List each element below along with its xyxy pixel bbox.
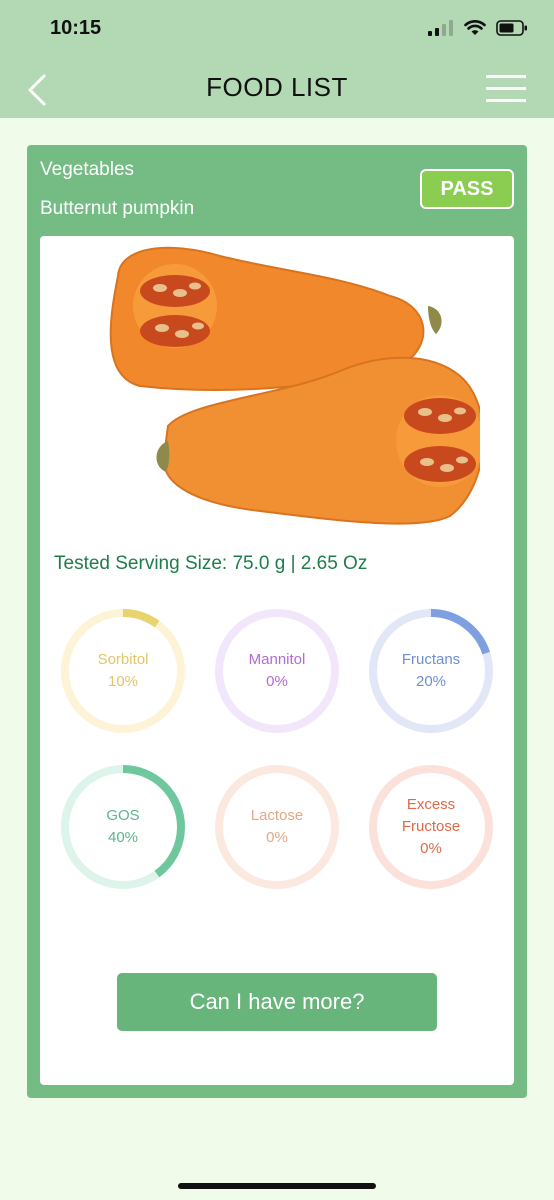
nutrient-value: 20% [415, 673, 447, 690]
food-card: Vegetables Butternut pumpkin PASS Tested… [27, 145, 527, 1098]
serving-size: Tested Serving Size: 75.0 g | 2.65 Oz [54, 553, 368, 574]
status-icons [428, 20, 528, 36]
nutrient-name: Mannitol [248, 651, 306, 668]
nutrient-ring-mannitol: Mannitol 0% [212, 606, 342, 736]
menu-button[interactable] [486, 74, 526, 104]
nutrient-value: 0% [420, 840, 442, 857]
food-name: Butternut pumpkin [40, 198, 195, 219]
signal-icon [428, 20, 453, 36]
wifi-icon [464, 20, 486, 35]
food-category: Vegetables [40, 159, 135, 180]
nutrient-ring-gos: GOS 40% [58, 762, 188, 892]
nutrient-name: Excess Fructose [401, 796, 461, 835]
can-i-have-more-button[interactable]: Can I have more? [117, 973, 437, 1031]
nutrient-name: GOS [106, 807, 140, 824]
nutrient-name: Sorbitol [97, 651, 149, 668]
nutrient-name: Fructans [401, 651, 461, 668]
nutrient-name: Lactose [250, 807, 304, 824]
status-bar: 10:15 [0, 0, 554, 60]
hamburger-icon [486, 75, 526, 102]
battery-icon [496, 20, 527, 36]
status-badge: PASS [420, 169, 514, 209]
nutrient-value: 40% [107, 829, 139, 846]
nutrient-ring-lactose: Lactose 0% [212, 762, 342, 892]
nutrient-value: 10% [107, 673, 139, 690]
butternut-pumpkin-image [109, 246, 480, 525]
nutrient-ring-excess-fructose: Excess Fructose 0% [366, 762, 496, 892]
home-indicator [178, 1183, 376, 1189]
nutrient-value: 0% [266, 829, 288, 846]
page-title: FOOD LIST [206, 72, 348, 102]
status-time: 10:15 [50, 17, 102, 39]
nutrient-value: 0% [266, 673, 288, 690]
food-detail-panel: Tested Serving Size: 75.0 g | 2.65 Oz So… [40, 236, 514, 1085]
nutrient-ring-sorbitol: Sorbitol 10% [58, 606, 188, 736]
nutrient-ring-fructans: Fructans 20% [366, 606, 496, 736]
nav-bar: FOOD LIST [0, 60, 554, 118]
